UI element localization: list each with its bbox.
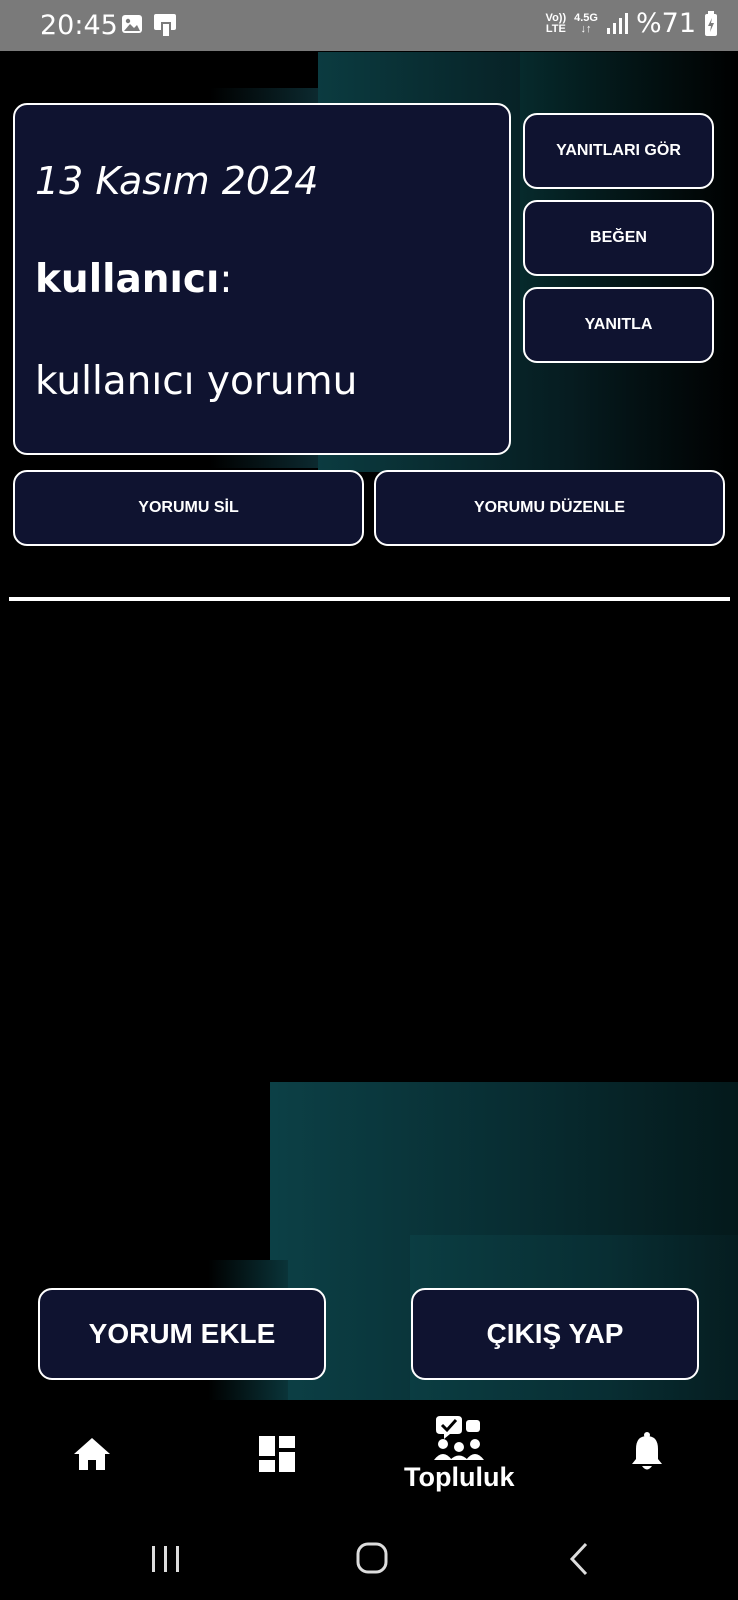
- nav-community[interactable]: Topluluk: [404, 1414, 514, 1493]
- community-icon: [434, 1416, 485, 1460]
- comment-text: kullanıcı yorumu: [35, 359, 358, 404]
- dashboard-icon: [259, 1436, 295, 1472]
- battery-icon: [705, 10, 717, 36]
- nav-home[interactable]: [72, 1436, 112, 1472]
- gallery-icon: [122, 15, 142, 33]
- divider: [9, 597, 730, 601]
- add-comment-button[interactable]: YORUM EKLE: [38, 1288, 326, 1380]
- system-icons: Vo)) LTE 4.5G ↓↑ %71: [546, 8, 718, 39]
- back-icon[interactable]: [568, 1542, 590, 1576]
- nav-dashboard[interactable]: [258, 1435, 296, 1473]
- edit-comment-button[interactable]: YORUMU DÜZENLE: [374, 470, 725, 546]
- nav-notifications[interactable]: [630, 1432, 664, 1472]
- comment-date: 13 Kasım 2024: [35, 159, 319, 203]
- comment-author: kullanıcı:: [35, 257, 233, 302]
- status-time: 20:45: [40, 10, 118, 41]
- status-bar: 20:45 Vo)) LTE 4.5G ↓↑ %71: [0, 0, 738, 51]
- logout-button[interactable]: ÇIKIŞ YAP: [411, 1288, 699, 1380]
- delete-comment-button[interactable]: YORUMU SİL: [13, 470, 364, 546]
- home-icon: [74, 1438, 110, 1470]
- bottom-nav: Topluluk: [0, 1400, 738, 1508]
- home-button-icon[interactable]: [356, 1542, 388, 1574]
- reply-button[interactable]: YANITLA: [523, 287, 714, 363]
- like-button[interactable]: BEĞEN: [523, 200, 714, 276]
- data-indicator: 4.5G ↓↑: [574, 11, 598, 35]
- nav-community-label: Topluluk: [404, 1462, 515, 1492]
- battery-percent: %71: [635, 8, 696, 39]
- system-nav-bar: [0, 1508, 738, 1600]
- view-replies-button[interactable]: YANITLARI GÖR: [523, 113, 714, 189]
- bell-icon: [632, 1432, 662, 1470]
- phone-card-icon: [154, 14, 176, 36]
- notification-icons: [120, 12, 180, 38]
- volte-indicator: Vo)) LTE: [545, 11, 567, 35]
- recent-apps-icon[interactable]: [150, 1544, 182, 1574]
- signal-icon: [606, 12, 628, 34]
- comment-card: 13 Kasım 2024 kullanıcı: kullanıcı yorum…: [13, 103, 511, 455]
